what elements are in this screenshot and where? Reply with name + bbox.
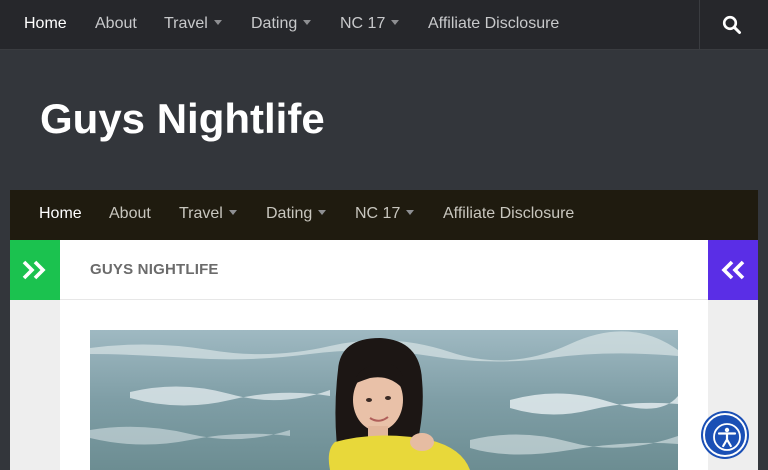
top-nav-dating-label: Dating [251, 15, 298, 32]
left-sidebar-toggle[interactable] [10, 240, 60, 300]
main-nav-dating[interactable]: Dating [266, 190, 327, 240]
chevron-down-icon [213, 20, 222, 26]
top-nav-home[interactable]: Home [24, 0, 67, 50]
right-sidebar-toggle[interactable] [708, 240, 758, 300]
main-nav-home[interactable]: Home [39, 190, 82, 240]
top-nav-nc17-label: NC 17 [340, 15, 386, 32]
site-title[interactable]: Guys Nightlife [40, 95, 325, 143]
main-nav-travel[interactable]: Travel [179, 190, 237, 240]
top-nav-dating[interactable]: Dating [251, 0, 312, 50]
page-header: GUYS NIGHTLIFE [60, 240, 708, 300]
chevron-down-icon [318, 210, 327, 216]
top-nav-nc17[interactable]: NC 17 [340, 0, 400, 50]
main-nav-travel-label: Travel [179, 205, 223, 222]
page-title: GUYS NIGHTLIFE [90, 261, 219, 278]
main-nav-affiliate-disclosure[interactable]: Affiliate Disclosure [443, 190, 574, 240]
accessibility-icon [713, 423, 741, 451]
top-nav-travel-label: Travel [164, 15, 208, 32]
double-chevron-left-icon [721, 260, 745, 280]
chevron-down-icon [228, 210, 237, 216]
chevron-down-icon [406, 210, 415, 216]
featured-image[interactable] [90, 330, 678, 470]
top-nav-affiliate-disclosure[interactable]: Affiliate Disclosure [428, 0, 559, 50]
main-nav-nc17[interactable]: NC 17 [355, 190, 415, 240]
search-icon [722, 15, 741, 34]
double-chevron-right-icon [22, 260, 46, 280]
main-nav-bar: Home About Travel Dating NC 17 Affiliate… [10, 190, 758, 240]
top-nav-about[interactable]: About [95, 0, 137, 50]
search-button[interactable] [699, 0, 768, 50]
accessibility-button[interactable] [703, 413, 747, 457]
main-nav-dating-label: Dating [266, 205, 313, 222]
chevron-down-icon [391, 20, 400, 26]
main-nav-about[interactable]: About [109, 190, 151, 240]
featured-photo [90, 330, 678, 470]
chevron-down-icon [303, 20, 312, 26]
main-nav-nc17-label: NC 17 [355, 205, 401, 222]
top-nav-travel[interactable]: Travel [164, 0, 222, 50]
top-nav-bar: Home About Travel Dating NC 17 Affiliate… [0, 0, 768, 50]
